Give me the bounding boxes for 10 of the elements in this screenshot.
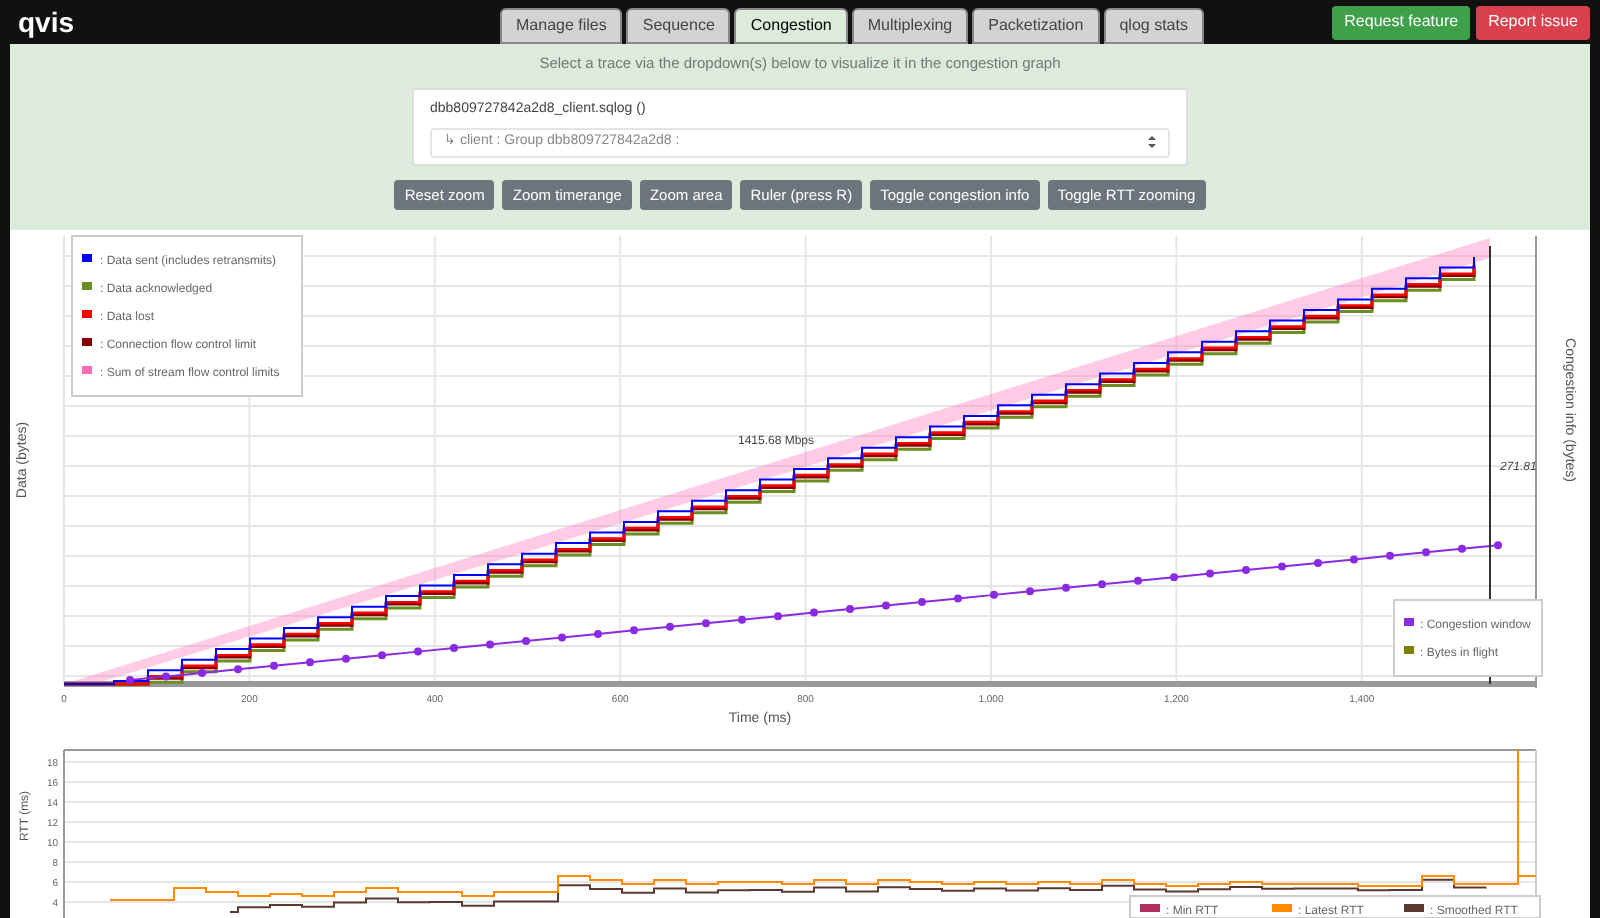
nav-tab[interactable]: Packetization: [972, 8, 1100, 44]
nav-tab[interactable]: Congestion: [734, 8, 848, 44]
nav-tab[interactable]: Manage files: [500, 8, 623, 44]
header-button[interactable]: Report issue: [1476, 5, 1590, 39]
select-caret-icon: [1148, 136, 1156, 149]
app-logo: qvis: [16, 3, 75, 42]
nav-tab[interactable]: Multiplexing: [851, 8, 969, 44]
nav-tab[interactable]: Sequence: [626, 8, 731, 44]
header-button[interactable]: Request feature: [1332, 5, 1471, 39]
nav-tab[interactable]: qlog stats: [1103, 8, 1204, 44]
